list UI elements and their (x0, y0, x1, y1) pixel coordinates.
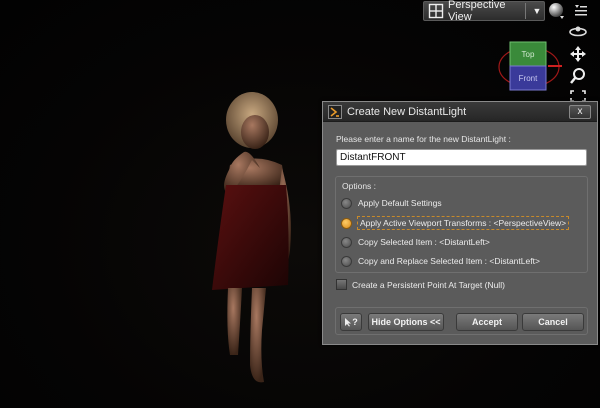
view-select-dropdown[interactable]: Perspective View ▼ (423, 0, 545, 23)
divider (525, 3, 526, 19)
persistent-point-row[interactable]: Create a Persistent Point At Target (Nul… (336, 279, 505, 290)
create-distant-light-dialog: Create New DistantLight x Please enter a… (322, 101, 598, 345)
option-label: Apply Default Settings (358, 198, 442, 208)
accept-button[interactable]: Accept (456, 313, 518, 331)
layout-grid-icon (428, 3, 444, 19)
app-logo-icon (328, 104, 342, 119)
persistent-point-checkbox[interactable] (336, 279, 347, 290)
option-apply-viewport-transforms[interactable]: Apply Active Viewport Transforms : <Pers… (341, 215, 570, 231)
dialog-title: Create New DistantLight (347, 105, 467, 118)
sphere-icon[interactable] (548, 2, 566, 20)
radio-button[interactable] (341, 197, 352, 209)
zoom-icon[interactable] (569, 67, 587, 85)
help-label: ? (352, 317, 358, 327)
pointer-icon (345, 318, 352, 327)
close-button[interactable]: x (569, 104, 591, 119)
orbit-icon[interactable] (568, 24, 588, 40)
option-label: Copy and Replace Selected Item : <Distan… (358, 256, 540, 266)
hide-options-button[interactable]: Hide Options << (368, 313, 444, 331)
figure-render (212, 92, 291, 383)
radio-button[interactable] (341, 236, 352, 248)
move-icon[interactable] (569, 45, 587, 63)
chevron-down-icon: ▼ (532, 6, 542, 16)
radio-button[interactable] (341, 255, 352, 267)
option-copy-selected-item[interactable]: Copy Selected Item : <DistantLeft> (341, 234, 490, 250)
cube-front-label: Front (519, 74, 538, 83)
dialog-titlebar[interactable]: Create New DistantLight x (323, 102, 597, 122)
view-cube[interactable]: Top Front (496, 38, 562, 96)
option-apply-default-settings[interactable]: Apply Default Settings (341, 195, 442, 211)
radio-button-selected[interactable] (341, 217, 352, 229)
options-group-title: Options : (342, 181, 377, 191)
help-button[interactable]: ? (340, 313, 362, 331)
dialog-button-bar: ? Hide Options << Accept Cancel (335, 307, 588, 335)
options-group: Options : Apply Default Settings Apply A… (335, 176, 588, 273)
option-copy-and-replace[interactable]: Copy and Replace Selected Item : <Distan… (341, 253, 540, 269)
cancel-button[interactable]: Cancel (522, 313, 584, 331)
menu-icon[interactable] (572, 3, 588, 19)
option-label: Copy Selected Item : <DistantLeft> (358, 237, 490, 247)
light-name-input[interactable] (336, 149, 587, 166)
view-select-label: Perspective View (448, 0, 506, 23)
option-label: Apply Active Viewport Transforms : <Pers… (356, 216, 570, 230)
persistent-point-label: Create a Persistent Point At Target (Nul… (352, 279, 505, 290)
cube-top-label: Top (522, 50, 535, 59)
name-prompt-label: Please enter a name for the new DistantL… (336, 134, 511, 144)
